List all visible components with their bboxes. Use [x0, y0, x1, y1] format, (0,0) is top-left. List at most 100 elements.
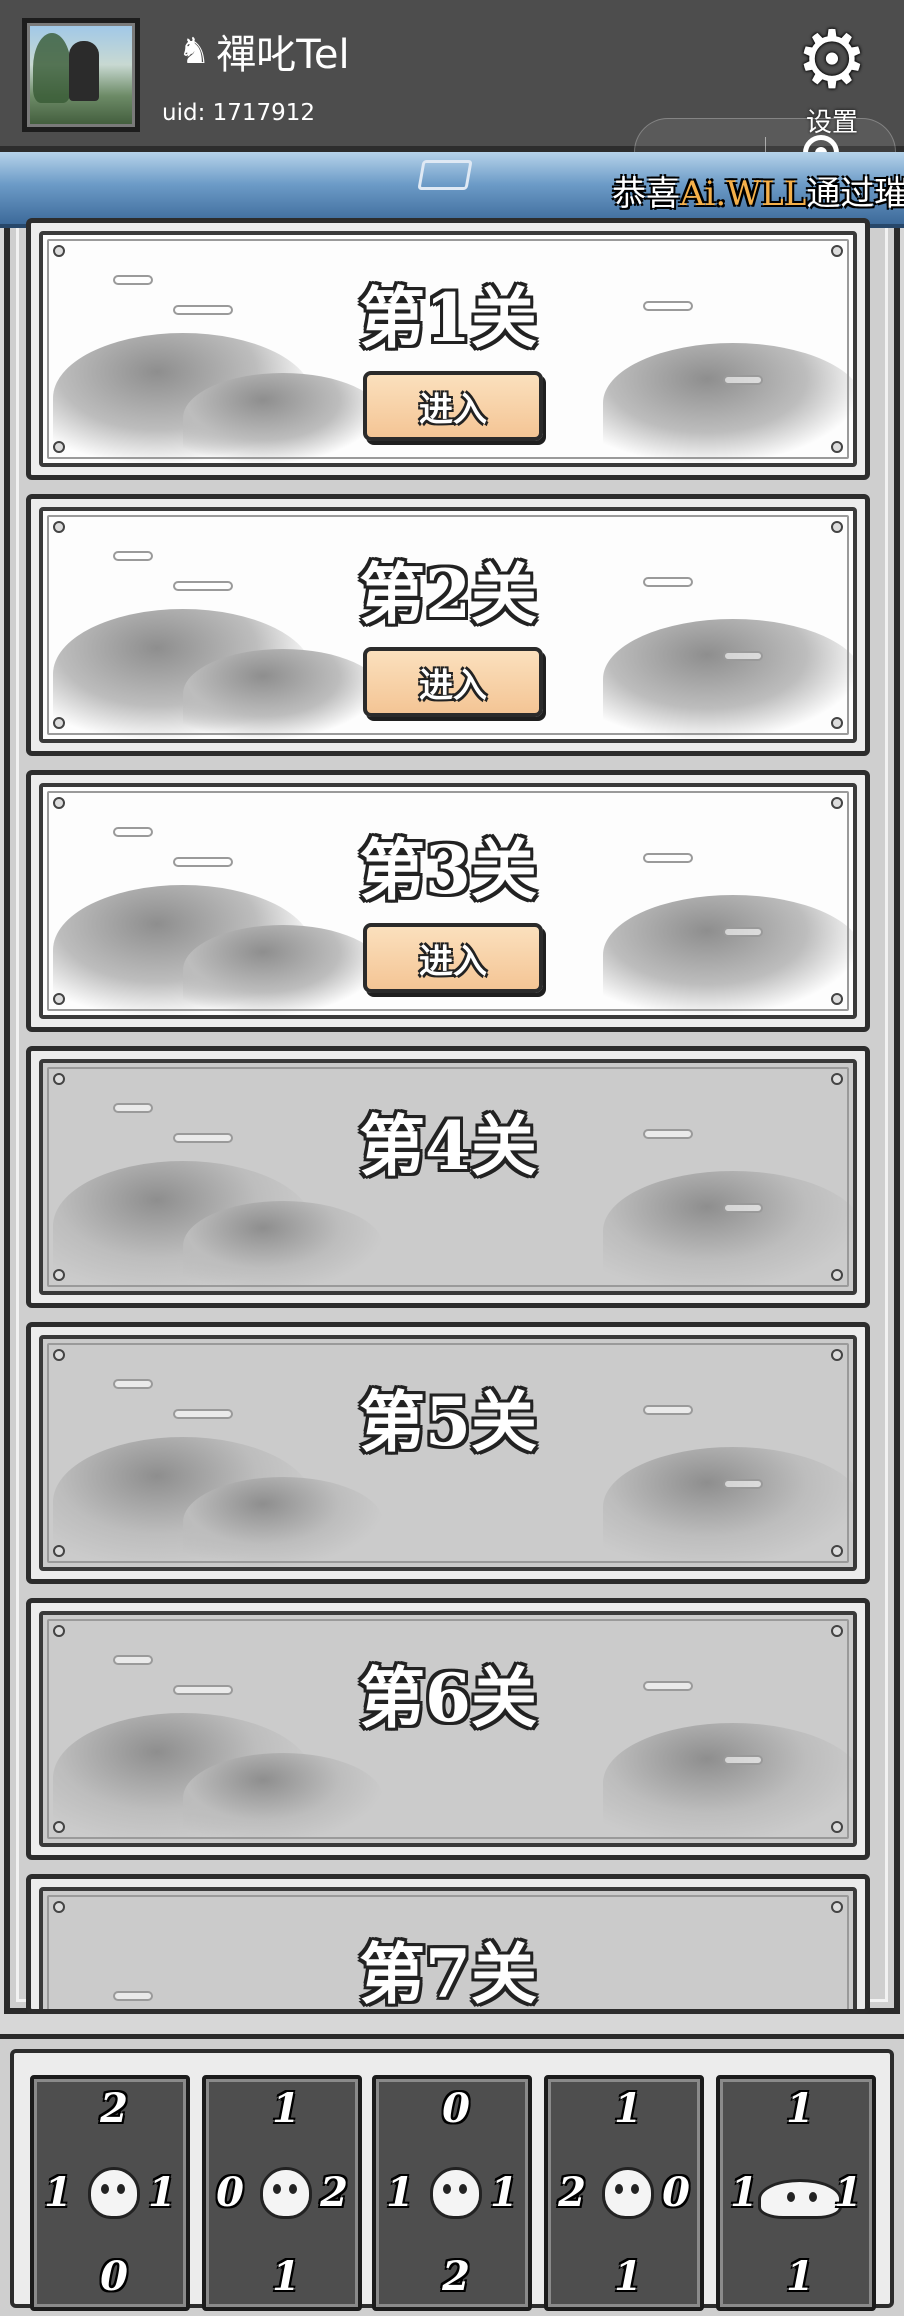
card-value-bottom: 1	[272, 2253, 300, 2300]
frog-creature-icon	[88, 2167, 140, 2219]
hand-card-5[interactable]: 1 1 1 1	[716, 2075, 876, 2311]
level-card-6: 第6关	[26, 1598, 870, 1860]
mountain-art	[183, 649, 383, 739]
cloud-art	[723, 927, 763, 937]
rivet	[831, 1545, 843, 1557]
username: ♞ 禪叱Tel	[178, 22, 350, 80]
rivet	[831, 1269, 843, 1281]
announcement-prefix: 恭喜	[612, 174, 680, 214]
rivet	[831, 1821, 843, 1833]
cloud-art	[723, 1479, 763, 1489]
mountain-art	[183, 1201, 383, 1291]
avatar-photo-person	[69, 41, 99, 101]
announcement-player-name: Ai.WLL	[680, 174, 807, 214]
announcement-text: 恭喜Ai.WLL通过璀	[612, 166, 904, 215]
frog-creature-icon	[260, 2167, 312, 2219]
mountain-art	[603, 619, 853, 739]
level-title: 第3关	[359, 831, 537, 909]
card-value-left: 1	[44, 2169, 72, 2216]
enter-level-button[interactable]: 进入	[363, 647, 543, 717]
level-panel: 第1关 进入	[39, 231, 857, 467]
rivet	[53, 1269, 65, 1281]
level-card-1: 第1关 进入	[26, 218, 870, 480]
announcement-suffix: 通过璀	[806, 174, 904, 214]
knight-chess-icon: ♞	[178, 30, 211, 72]
rivet	[53, 717, 65, 729]
mountain-art	[183, 373, 383, 463]
level-card-5: 第5关	[26, 1322, 870, 1584]
rivet	[53, 441, 65, 453]
rivet	[53, 245, 65, 257]
hand-card-1[interactable]: 2 1 1 0	[30, 2075, 190, 2311]
avatar-photo-tree	[33, 33, 71, 103]
hand-card-2[interactable]: 1 0 2 1	[202, 2075, 362, 2311]
card-value-top: 1	[786, 2085, 814, 2132]
rivet	[53, 1073, 65, 1085]
hand-card-3[interactable]: 0 1 1 2	[372, 2075, 532, 2311]
card-value-top: 0	[442, 2085, 470, 2132]
rivet	[831, 1901, 843, 1913]
rivet	[53, 797, 65, 809]
card-tray: 2 1 1 0 1 0 2 1 0 1 1 2 1 2 0 1 1 1 1 1	[0, 2034, 904, 2316]
card-value-bottom: 1	[786, 2253, 814, 2300]
rivet	[53, 1901, 65, 1913]
frog-creature-icon	[430, 2167, 482, 2219]
level-panel-locked: 第7关	[39, 1887, 857, 2009]
card-value-bottom: 2	[442, 2253, 470, 2300]
rivet	[53, 1625, 65, 1637]
level-card-3: 第3关 进入	[26, 770, 870, 1032]
cloud-art	[723, 651, 763, 661]
level-card-2: 第2关 进入	[26, 494, 870, 756]
level-card-4: 第4关	[26, 1046, 870, 1308]
cloud-art	[723, 375, 763, 385]
rivet	[831, 245, 843, 257]
avatar[interactable]	[22, 18, 140, 132]
rivet	[831, 521, 843, 533]
card-value-top: 1	[272, 2085, 300, 2132]
level-title: 第6关	[359, 1659, 537, 1737]
announcement-banner: 恭喜Ai.WLL通过璀	[0, 152, 904, 228]
rivet	[831, 1073, 843, 1085]
card-value-right: 2	[320, 2169, 348, 2216]
mountain-art	[183, 925, 383, 1015]
level-panel-locked: 第5关	[39, 1335, 857, 1571]
rivet	[831, 797, 843, 809]
gear-icon: ⚙	[796, 13, 868, 106]
username-text: 禪叱Tel	[216, 32, 350, 78]
rivet	[831, 441, 843, 453]
user-id: uid: 1717912	[162, 100, 316, 126]
card-value-bottom: 0	[100, 2253, 128, 2300]
level-title: 第2关	[359, 555, 537, 633]
level-panel: 第3关 进入	[39, 783, 857, 1019]
rivet	[53, 993, 65, 1005]
card-value-left: 1	[386, 2169, 414, 2216]
mountain-art	[183, 1477, 383, 1567]
level-panel: 第2关 进入	[39, 507, 857, 743]
mountain-art	[603, 1447, 853, 1567]
mountain-art	[603, 1723, 853, 1843]
rivet	[831, 993, 843, 1005]
level-title: 第1关	[359, 279, 537, 357]
level-title: 第5关	[359, 1383, 537, 1461]
hand-card-4[interactable]: 1 2 0 1	[544, 2075, 704, 2311]
card-value-right: 1	[148, 2169, 176, 2216]
level-card-7: 第7关	[26, 1874, 870, 2014]
mountain-art	[603, 1171, 853, 1291]
card-value-right: 1	[834, 2169, 862, 2216]
card-value-bottom: 1	[614, 2253, 642, 2300]
enter-level-button[interactable]: 进入	[363, 923, 543, 993]
card-value-top: 2	[100, 2085, 128, 2132]
card-value-left: 2	[558, 2169, 586, 2216]
level-title: 第4关	[359, 1107, 537, 1185]
cloud-art	[723, 1755, 763, 1765]
rivet	[53, 1821, 65, 1833]
mountain-art	[183, 1753, 383, 1843]
frog-creature-icon	[602, 2167, 654, 2219]
mountain-art	[603, 895, 853, 1015]
cloud-art	[723, 1203, 763, 1213]
rivet	[53, 1545, 65, 1557]
rivet	[831, 717, 843, 729]
level-panel-locked: 第4关	[39, 1059, 857, 1295]
card-value-top: 1	[614, 2085, 642, 2132]
enter-level-button[interactable]: 进入	[363, 371, 543, 441]
